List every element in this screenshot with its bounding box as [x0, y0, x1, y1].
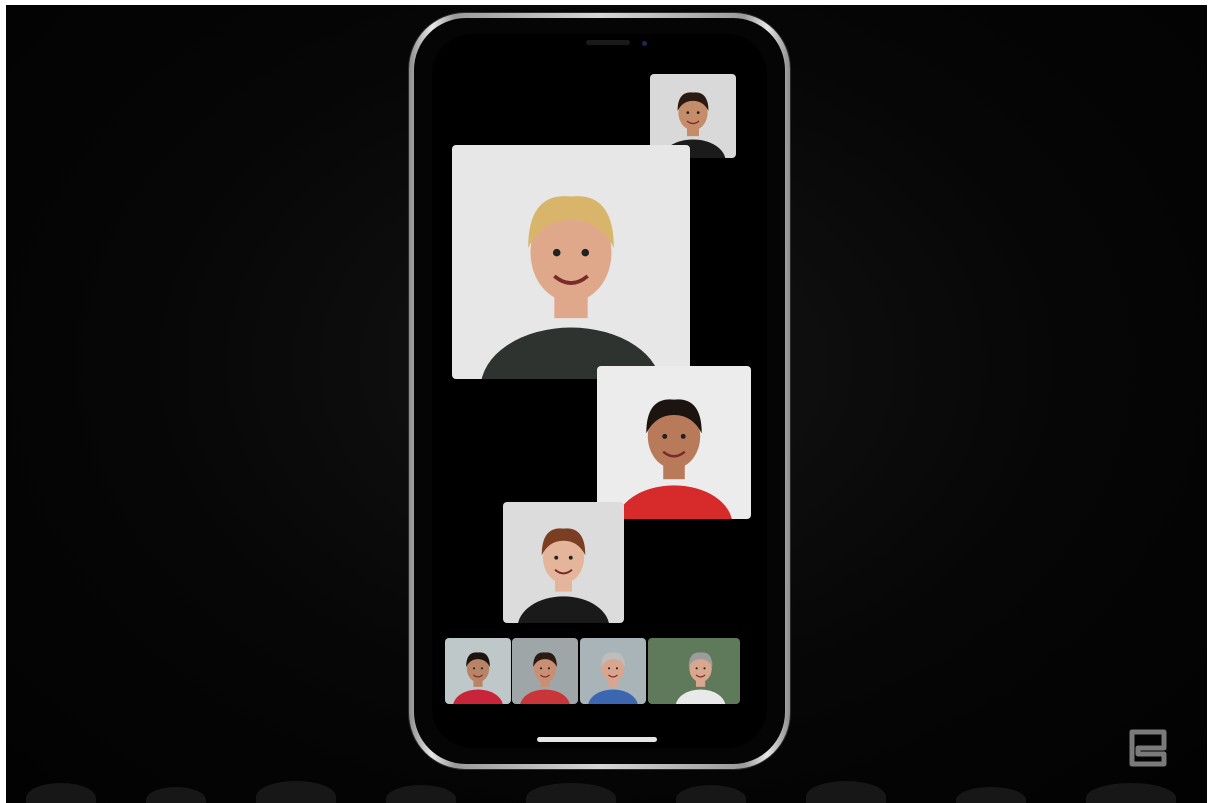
front-camera [642, 41, 647, 46]
audience-silhouettes [6, 775, 1207, 803]
roster-tile[interactable] [648, 638, 740, 704]
roster-tile[interactable] [580, 638, 646, 704]
earpiece-speaker [586, 40, 630, 45]
roster-tile[interactable] [512, 638, 578, 704]
roster-tile[interactable] [445, 638, 511, 704]
participant-video-tile-right[interactable] [597, 366, 751, 519]
engadget-logo-icon [1126, 726, 1170, 770]
participant-video-tile-main[interactable] [452, 145, 690, 379]
participant-video-tile-center[interactable] [503, 502, 624, 623]
home-indicator[interactable] [537, 737, 657, 742]
